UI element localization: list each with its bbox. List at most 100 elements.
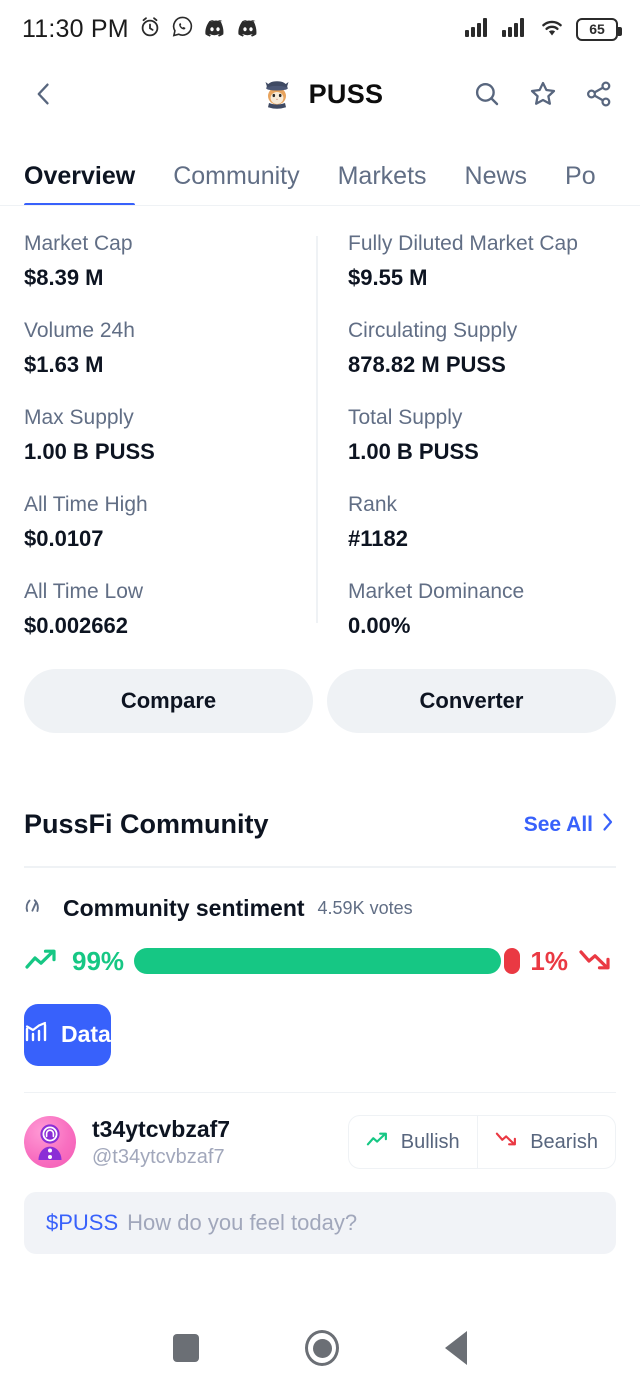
bar-chart-icon [24, 1020, 50, 1050]
bearish-button[interactable]: Bearish [478, 1116, 615, 1168]
whatsapp-icon [171, 15, 194, 43]
stat-label: Total Supply [348, 406, 463, 429]
post-composer[interactable]: $PUSS How do you feel today? [24, 1191, 616, 1254]
see-all-link[interactable]: See All [524, 812, 616, 838]
discord-icon [203, 17, 227, 42]
stat-label: All Time High [24, 493, 148, 516]
status-time: 11:30 PM [22, 14, 129, 43]
stats-divider [316, 236, 318, 623]
composer-placeholder: How do you feel today? [127, 1209, 358, 1235]
trend-up-icon [24, 945, 62, 978]
stat-fully-diluted-market-cap: Fully Diluted Market Cap $9.55 M [348, 232, 616, 291]
tab-community[interactable]: Community [173, 162, 299, 205]
tab-portfolio[interactable]: Po [565, 162, 596, 205]
back-button-icon[interactable] [445, 1331, 467, 1365]
stat-value: #1182 [348, 526, 408, 551]
stat-value: $9.55 M [348, 265, 428, 290]
stat-all-time-high: All Time High $0.0107 [24, 493, 320, 552]
stat-label: Volume 24h [24, 319, 135, 342]
action-buttons: Compare Converter [0, 645, 640, 733]
sentiment-toggle: Bullish Bearish [347, 1115, 616, 1170]
page-title: PUSS [308, 78, 384, 109]
stat-value: $0.0107 [24, 526, 104, 551]
see-all-label: See All [523, 812, 593, 836]
stat-total-supply: Total Supply 1.00 B PUSS [348, 406, 616, 465]
stat-circulating-supply: Circulating Supply 878.82 M PUSS [348, 319, 616, 378]
converter-button[interactable]: Converter [327, 669, 616, 733]
tab-news[interactable]: News [465, 162, 528, 205]
sentiment-bar [134, 948, 521, 974]
wifi-icon [539, 17, 565, 42]
tab-bar[interactable]: Overview Community Markets News Po [0, 130, 640, 206]
discord-icon [236, 17, 260, 42]
community-section-header: PussFi Community See All [0, 733, 640, 840]
back-button[interactable] [24, 74, 64, 114]
tab-markets[interactable]: Markets [338, 162, 427, 205]
stat-label: Market Dominance [348, 580, 525, 603]
signal-bars-icon [465, 17, 491, 42]
stats-grid: Market Cap $8.39 M Volume 24h $1.63 M Ma… [0, 206, 640, 645]
community-sentiment-header: Community sentiment 4.59K votes [0, 868, 640, 923]
user-handle: @t34ytcvbzaf7 [92, 1145, 225, 1168]
sentiment-bar-bullish [134, 948, 502, 974]
stat-label: Fully Diluted Market Cap [348, 232, 578, 255]
stat-value: $1.63 M [24, 352, 104, 377]
cat-in-hat-logo-icon [257, 72, 297, 117]
status-bar-right: 65 [465, 17, 622, 42]
post-user-row: t34ytcvbzaf7 @t34ytcvbzaf7 Bullish Beari… [0, 1093, 640, 1170]
sentiment-title: Community sentiment [63, 894, 305, 921]
data-button-label: Data [61, 1021, 111, 1047]
trend-up-icon [366, 1129, 392, 1155]
stat-value: 1.00 B PUSS [24, 439, 155, 464]
stat-rank: Rank #1182 [348, 493, 616, 552]
community-section-title: PussFi Community [24, 809, 269, 839]
status-bar: 11:30 PM 65 [0, 0, 640, 58]
stat-value: 1.00 B PUSS [348, 439, 479, 464]
bullish-label: Bullish [400, 1130, 460, 1153]
share-icon[interactable] [582, 77, 616, 111]
stat-all-time-low: All Time Low $0.002662 [24, 580, 320, 639]
sentiment-bar-bearish [504, 948, 521, 974]
bearish-percent: 1% [530, 945, 568, 976]
stat-label: All Time Low [24, 580, 144, 603]
recents-button-icon[interactable] [173, 1334, 199, 1362]
stat-label: Circulating Supply [348, 319, 518, 342]
home-button-icon[interactable] [305, 1330, 339, 1366]
user-name: t34ytcvbzaf7 [92, 1116, 231, 1142]
stat-max-supply: Max Supply 1.00 B PUSS [24, 406, 320, 465]
stats-column-right: Fully Diluted Market Cap $9.55 M Circula… [320, 232, 616, 639]
avatar[interactable] [24, 1116, 76, 1169]
sentiment-bar-row: 99% 1% [0, 923, 640, 978]
stat-market-cap: Market Cap $8.39 M [24, 232, 320, 291]
compare-button[interactable]: Compare [24, 669, 313, 733]
stat-value: $0.002662 [24, 613, 128, 638]
stat-market-dominance: Market Dominance 0.00% [348, 580, 616, 639]
status-bar-left: 11:30 PM [22, 15, 260, 44]
bearish-label: Bearish [530, 1130, 598, 1153]
stats-column-left: Market Cap $8.39 M Volume 24h $1.63 M Ma… [24, 232, 320, 639]
bullish-percent: 99% [72, 945, 125, 976]
bullish-button[interactable]: Bullish [349, 1116, 477, 1168]
gauge-icon [24, 894, 50, 923]
search-icon[interactable] [470, 77, 504, 111]
stat-volume-24h: Volume 24h $1.63 M [24, 319, 320, 378]
battery-level: 65 [589, 21, 605, 37]
data-button[interactable]: Data [24, 1003, 111, 1066]
stat-label: Max Supply [24, 406, 134, 429]
alarm-icon [138, 15, 162, 44]
stat-value: $8.39 M [24, 265, 104, 290]
app-header: PUSS [0, 58, 640, 130]
sentiment-votes: 4.59K votes [317, 897, 413, 918]
ticker-tag: $PUSS [46, 1209, 119, 1235]
tab-overview[interactable]: Overview [24, 162, 136, 205]
android-nav-bar [0, 1309, 640, 1387]
trend-down-icon [495, 1129, 521, 1155]
user-meta: t34ytcvbzaf7 @t34ytcvbzaf7 [92, 1115, 230, 1170]
star-icon[interactable] [526, 77, 560, 111]
trend-down-icon [578, 945, 616, 978]
chevron-right-icon [600, 812, 616, 838]
battery-icon: 65 [576, 17, 622, 41]
stat-value: 878.82 M PUSS [348, 352, 506, 377]
stat-label: Market Cap [24, 232, 133, 255]
signal-bars-icon [502, 17, 528, 42]
